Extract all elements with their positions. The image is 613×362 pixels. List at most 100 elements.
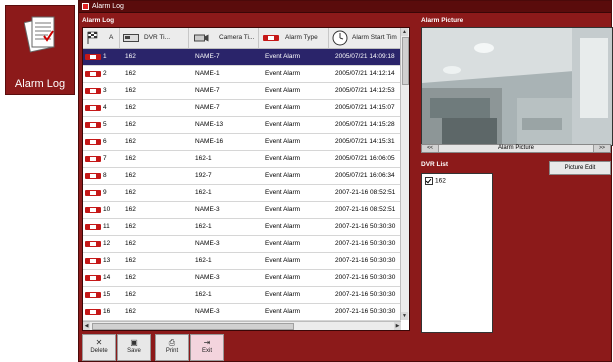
cell-alarm-type: Event Alarm [265, 104, 301, 111]
cell-camera-title: 192-7 [195, 172, 212, 179]
table-row[interactable]: 12 162 NAME-3 Event Alarm 2007-21-16 50:30:3… [83, 236, 401, 253]
cell-alarm-start-time: 2007-21-16 08:52:51 [335, 189, 396, 196]
cell-camera-title: NAME-3 [195, 308, 220, 315]
flag-icon [87, 31, 98, 44]
scroll-down-arrow-icon[interactable]: ▼ [401, 312, 408, 320]
alarm-picture-nav: << Alarm Picture >> [421, 144, 611, 153]
cell-alarm-type: Event Alarm [265, 172, 301, 179]
alarm-icon [85, 139, 101, 145]
table-row[interactable]: 3 162 NAME-7 Event Alarm 2005/07/21 14:12:53 [83, 83, 401, 100]
print-button[interactable]: ⎙ Print [155, 334, 189, 361]
col-header-alarm-start-time[interactable]: Alarm Start Tim [329, 28, 401, 48]
picture-edit-button[interactable]: Picture Edit [549, 161, 611, 175]
cell-number: 4 [103, 104, 107, 111]
horizontal-scrollbar[interactable]: ◀ ▶ [83, 321, 401, 330]
scroll-thumb[interactable] [402, 37, 409, 85]
save-button[interactable]: ▣ Save [117, 334, 151, 361]
alarm-icon [85, 275, 101, 281]
cell-alarm-start-time: 2005/07/21 14:09:18 [335, 53, 395, 60]
vertical-scrollbar[interactable]: ▲ ▼ [400, 28, 409, 320]
cell-camera-title: NAME-13 [195, 121, 224, 128]
alarm-icon [85, 105, 101, 111]
alarm-icon [85, 122, 101, 128]
exit-button[interactable]: ⇥ Exit [190, 334, 224, 361]
table-row[interactable]: 4 162 NAME-7 Event Alarm 2005/07/21 14:15:07 [83, 100, 401, 117]
cell-alarm-type: Event Alarm [265, 138, 301, 145]
cell-camera-title: 162-1 [195, 291, 212, 298]
table-row[interactable]: 14 162 NAME-3 Event Alarm 2007-21-16 50:30:3… [83, 270, 401, 287]
table-row[interactable]: 6 162 NAME-16 Event Alarm 2005/07/21 14:15:3… [83, 134, 401, 151]
cell-dvr-title: 162 [125, 274, 136, 281]
cell-camera-title: 162-1 [195, 223, 212, 230]
cell-alarm-start-time: 2007-21-16 50:30:30 [335, 291, 396, 298]
table-row[interactable]: 1 162 NAME-7 Event Alarm 2005/07/21 14:09:18 [83, 49, 401, 66]
scroll-thumb[interactable] [92, 323, 294, 330]
table-row[interactable]: 8 162 192-7 Event Alarm 2005/07/21 16:06:34 [83, 168, 401, 185]
cell-dvr-title: 162 [125, 240, 136, 247]
launcher-label: Alarm Log [14, 78, 66, 90]
checkbox-checked-icon[interactable] [425, 177, 433, 185]
cell-alarm-type: Event Alarm [265, 155, 301, 162]
alarm-icon [85, 54, 101, 60]
scroll-left-arrow-icon[interactable]: ◀ [83, 322, 90, 330]
cell-camera-title: 162-1 [195, 257, 212, 264]
alarm-picture-section-label: Alarm Picture [421, 17, 464, 24]
save-label: Save [127, 348, 141, 354]
cell-number: 14 [103, 274, 111, 281]
alarm-log-launcher[interactable]: Alarm Log [5, 5, 75, 95]
cell-alarm-start-time: 2007-21-16 50:30:30 [335, 240, 396, 247]
table-row[interactable]: 10 162 NAME-3 Event Alarm 2007-21-16 08:52:5… [83, 202, 401, 219]
alarm-icon [85, 241, 101, 247]
table-row[interactable]: 2 162 NAME-1 Event Alarm 2005/07/21 14:12:14 [83, 66, 401, 83]
cell-dvr-title: 162 [125, 138, 136, 145]
title-bar[interactable]: Alarm Log [79, 1, 611, 13]
alarm-icon [85, 309, 101, 315]
table-row[interactable]: 16 162 NAME-3 Event Alarm 2007-21-16 50:30:3… [83, 304, 401, 321]
cell-number: 6 [103, 138, 107, 145]
next-picture-button[interactable]: >> [593, 145, 610, 152]
clock-icon [332, 30, 348, 46]
alarm-log-table: A DVR Ti... Camera Ti... Alarm Type Alar… [82, 27, 410, 331]
delete-button[interactable]: ✕ Delete [82, 334, 116, 361]
cell-alarm-start-time: 2005/07/21 14:15:31 [335, 138, 395, 145]
col-header-dvr-title[interactable]: DVR Ti... [120, 28, 189, 48]
col-header-number[interactable]: A [83, 28, 120, 48]
cell-alarm-type: Event Alarm [265, 189, 301, 196]
cell-alarm-type: Event Alarm [265, 291, 301, 298]
cell-number: 10 [103, 206, 111, 213]
cell-alarm-start-time: 2007-21-16 50:30:30 [335, 274, 396, 281]
alarm-picture-image [421, 27, 613, 146]
col-header-alarm-type[interactable]: Alarm Type [259, 28, 329, 48]
table-body: 1 162 NAME-7 Event Alarm 2005/07/21 14:09:18… [83, 49, 401, 330]
table-row[interactable]: 15 162 162-1 Event Alarm 2007-21-16 50:30:30 [83, 287, 401, 304]
alarm-icon [85, 88, 101, 94]
cell-alarm-start-time: 2005/07/21 14:15:07 [335, 104, 395, 111]
scroll-up-arrow-icon[interactable]: ▲ [401, 28, 408, 36]
cell-dvr-title: 162 [125, 87, 136, 94]
cell-alarm-type: Event Alarm [265, 206, 301, 213]
alarm-log-section-label: Alarm Log [82, 17, 115, 24]
dvr-list-item[interactable]: 162 [425, 177, 446, 185]
col-label: Alarm Start Tim [352, 34, 397, 41]
cell-dvr-title: 162 [125, 223, 136, 230]
table-row[interactable]: 13 162 162-1 Event Alarm 2007-21-16 50:30:30 [83, 253, 401, 270]
table-row[interactable]: 11 162 162-1 Event Alarm 2007-21-16 50:30:30 [83, 219, 401, 236]
dvr-list-section-label: DVR List [421, 161, 449, 168]
alarm-icon [85, 173, 101, 179]
dvr-item-label: 162 [435, 177, 446, 185]
table-row[interactable]: 7 162 162-1 Event Alarm 2005/07/21 16:06:05 [83, 151, 401, 168]
cell-alarm-type: Event Alarm [265, 223, 301, 230]
cell-alarm-type: Event Alarm [265, 308, 301, 315]
window-title: Alarm Log [92, 3, 124, 10]
cell-number: 1 [103, 53, 107, 60]
cell-dvr-title: 162 [125, 308, 136, 315]
table-row[interactable]: 9 162 162-1 Event Alarm 2007-21-16 08:52:51 [83, 185, 401, 202]
exit-label: Exit [201, 348, 212, 354]
col-header-camera-title[interactable]: Camera Ti... [189, 28, 259, 48]
cell-alarm-start-time: 2007-21-16 50:30:30 [335, 223, 396, 230]
cell-dvr-title: 162 [125, 291, 136, 298]
table-row[interactable]: 5 162 NAME-13 Event Alarm 2005/07/21 14:15:2… [83, 117, 401, 134]
cell-alarm-type: Event Alarm [265, 240, 301, 247]
scroll-right-arrow-icon[interactable]: ▶ [394, 322, 401, 330]
surveillance-snapshot [422, 28, 612, 145]
